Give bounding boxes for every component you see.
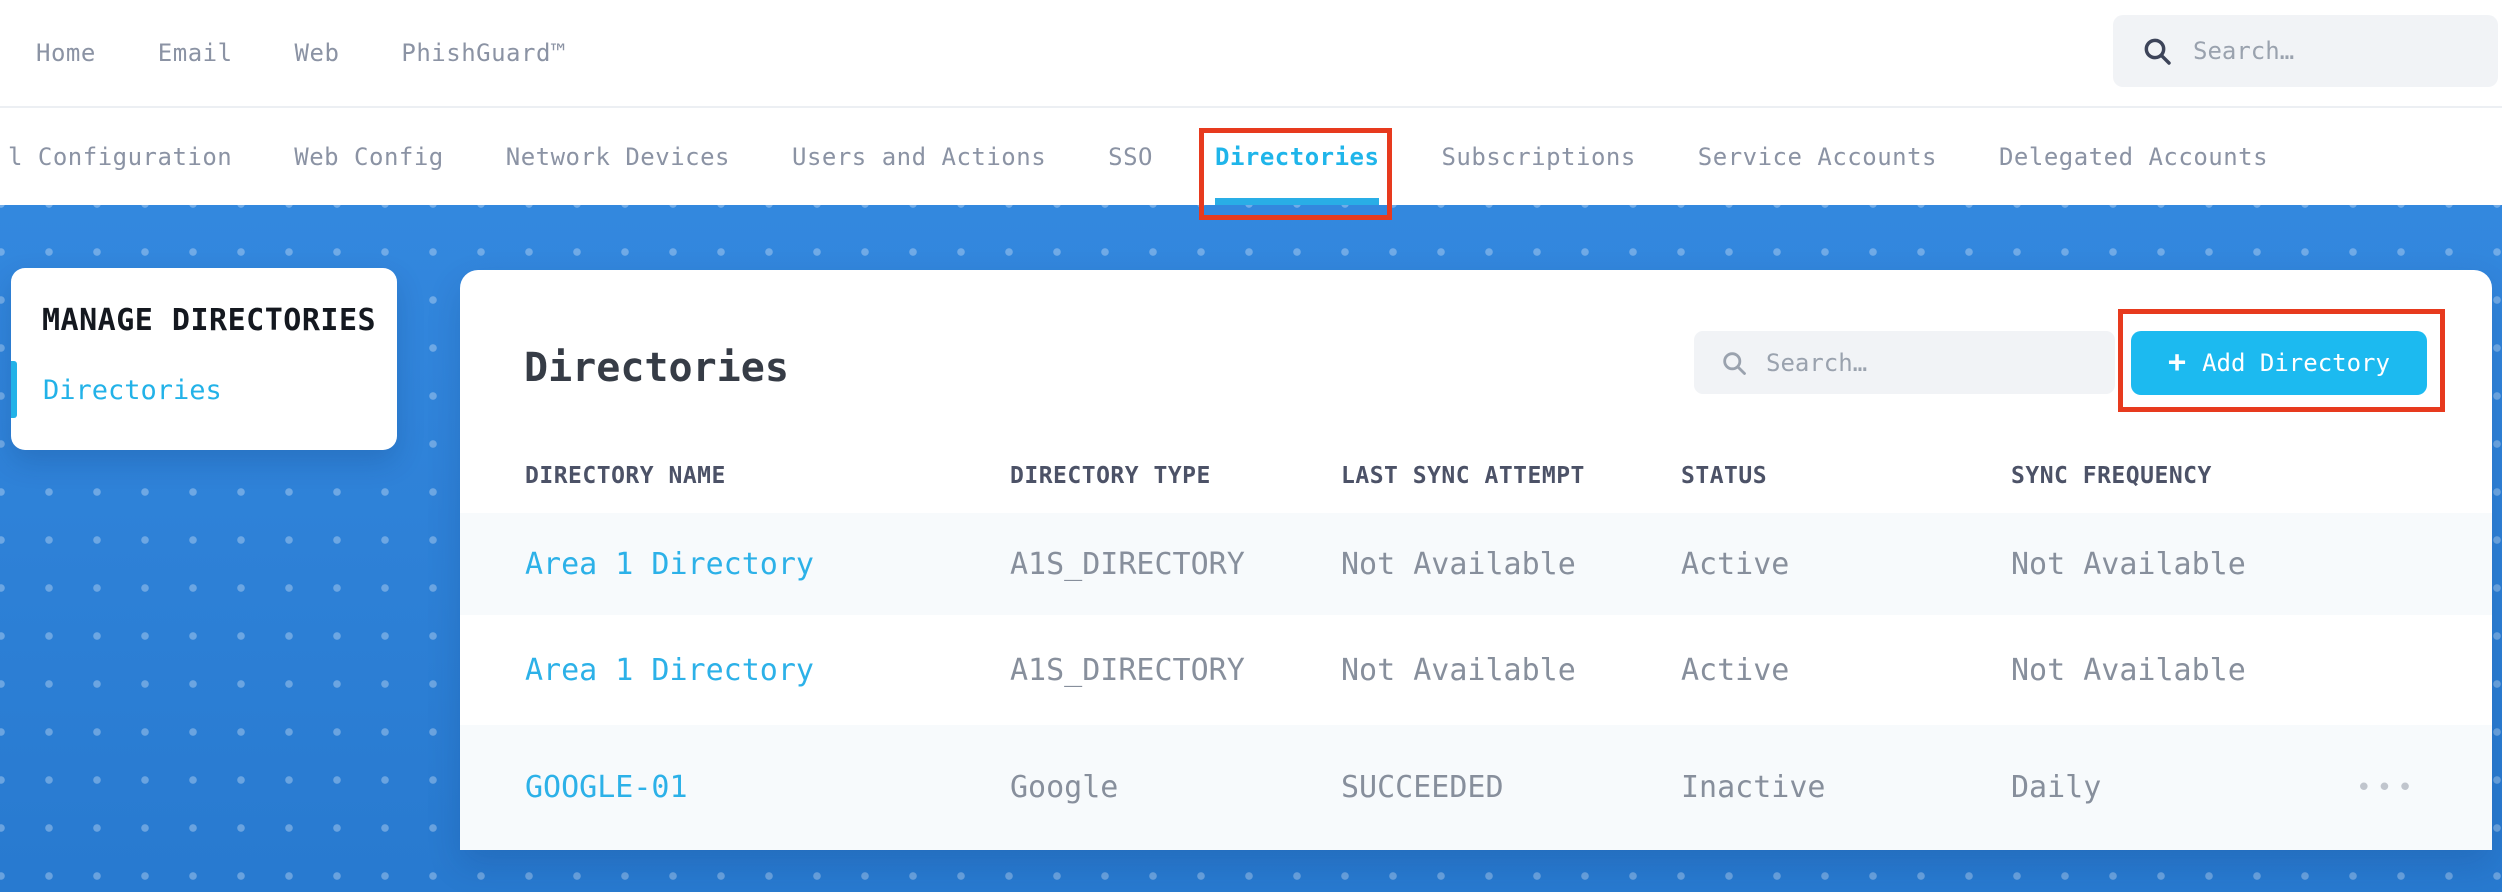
directory-name-link[interactable]: Area 1 Directory xyxy=(525,653,1010,688)
table-body: Area 1 Directory A1S_DIRECTORY Not Avail… xyxy=(460,513,2492,850)
ellipsis-menu-icon[interactable]: ••• xyxy=(2356,775,2418,801)
plus-icon: + xyxy=(2168,345,2187,380)
tab-network-devices[interactable]: Network Devices xyxy=(506,108,730,205)
status-cell: Inactive xyxy=(1681,770,1826,805)
tab-service-accounts[interactable]: Service Accounts xyxy=(1698,108,1937,205)
tab-web-config[interactable]: Web Config xyxy=(294,108,444,205)
search-icon xyxy=(2144,38,2171,65)
nav-email[interactable]: Email xyxy=(158,39,233,67)
directories-search-box[interactable] xyxy=(1694,331,2115,394)
tab-label: Users and Actions xyxy=(792,142,1047,171)
sidebar-item-directories[interactable]: Directories xyxy=(43,373,222,409)
last-sync-cell: Not Available xyxy=(1341,546,1576,582)
last-sync-cell: SUCCEEDED xyxy=(1341,770,1504,805)
column-header-directory-type: DIRECTORY TYPE xyxy=(1010,462,1211,489)
active-tab-underline xyxy=(1215,198,1380,205)
tab-label: Service Accounts xyxy=(1697,142,1937,171)
tab-email-configuration[interactable]: l Configuration xyxy=(8,108,232,205)
tab-label: Delegated Accounts xyxy=(1998,142,2269,171)
column-header-sync-frequency: SYNC FREQUENCY xyxy=(2011,462,2212,489)
tab-label: SSO xyxy=(1108,142,1153,171)
sync-frequency-cell: Not Available xyxy=(2011,652,2246,688)
search-icon xyxy=(1723,351,1746,375)
tab-sso[interactable]: SSO xyxy=(1108,108,1153,205)
settings-tabs-bar: l Configuration Web Config Network Devic… xyxy=(0,108,2502,220)
column-header-status: STATUS xyxy=(1681,462,1768,489)
tab-label: Web Config xyxy=(294,142,444,171)
nav-phishguard[interactable]: PhishGuard™ xyxy=(401,39,565,67)
sync-frequency-cell: Daily xyxy=(2011,770,2102,805)
last-sync-cell: Not Available xyxy=(1341,652,1576,688)
status-cell: Active xyxy=(1681,546,1790,582)
tab-label: Subscriptions xyxy=(1441,142,1636,171)
manage-directories-panel: MANAGE DIRECTORIES Directories xyxy=(11,268,397,450)
table-header-row: DIRECTORY NAME DIRECTORY TYPE LAST SYNC … xyxy=(460,438,2492,513)
table-row[interactable]: Area 1 Directory A1S_DIRECTORY Not Avail… xyxy=(460,615,2492,725)
table-row[interactable]: Area 1 Directory A1S_DIRECTORY Not Avail… xyxy=(460,513,2492,615)
tab-directories[interactable]: Directories xyxy=(1199,108,1393,220)
active-item-accent-bar xyxy=(11,361,17,418)
add-directory-label: Add Directory xyxy=(2202,349,2390,377)
global-search-input[interactable] xyxy=(2193,37,2453,65)
directory-type-cell: A1S_DIRECTORY xyxy=(1010,546,1245,582)
page-title: Directories xyxy=(524,345,789,391)
column-header-last-sync-attempt: LAST SYNC ATTEMPT xyxy=(1341,462,1585,489)
add-directory-button[interactable]: + Add Directory xyxy=(2131,331,2427,395)
directory-name-link[interactable]: Area 1 Directory xyxy=(525,547,1010,582)
status-cell: Active xyxy=(1681,652,1790,688)
directory-name-link[interactable]: GOOGLE-01 xyxy=(525,770,1010,805)
directory-type-cell: Google xyxy=(1010,770,1119,805)
directories-search-input[interactable] xyxy=(1766,348,2066,377)
tab-label: Network Devices xyxy=(505,142,730,171)
directories-workarea: MANAGE DIRECTORIES Directories Directori… xyxy=(0,205,2502,892)
tab-users-and-actions[interactable]: Users and Actions xyxy=(792,108,1046,205)
global-search-box[interactable] xyxy=(2113,15,2498,87)
directories-card: Directories + Add Directory DIRECTORY NA… xyxy=(460,270,2492,850)
nav-web[interactable]: Web xyxy=(295,39,340,67)
top-header: Home Email Web PhishGuard™ xyxy=(0,0,2502,108)
tab-subscriptions[interactable]: Subscriptions xyxy=(1441,108,1635,205)
tab-delegated-accounts[interactable]: Delegated Accounts xyxy=(1999,108,2268,205)
tab-label: l Configuration xyxy=(8,142,233,171)
table-row[interactable]: GOOGLE-01 Google SUCCEEDED Inactive Dail… xyxy=(460,725,2492,850)
tab-label: Directories xyxy=(1215,142,1380,171)
sync-frequency-cell: Not Available xyxy=(2011,546,2246,582)
column-header-directory-name: DIRECTORY NAME xyxy=(525,462,726,489)
directory-type-cell: A1S_DIRECTORY xyxy=(1010,652,1245,688)
row-actions-cell: ••• xyxy=(2356,775,2492,801)
nav-home[interactable]: Home xyxy=(36,39,96,67)
panel-title: MANAGE DIRECTORIES xyxy=(42,303,377,338)
